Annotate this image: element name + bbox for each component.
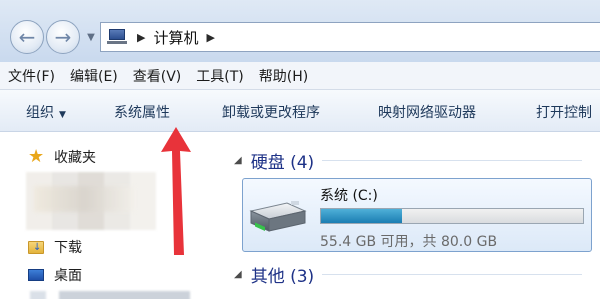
drive-name: 系统 (C:) xyxy=(320,188,378,204)
back-arrow-icon: ← xyxy=(18,25,36,49)
menu-tools[interactable]: 工具(T) xyxy=(196,66,243,86)
forward-button[interactable]: → xyxy=(46,20,80,54)
content-pane: ◢ 硬盘 (4) 系统 (C:) 55.4 GB 可用，共 80.0 GB ◢ … xyxy=(222,132,600,299)
computer-icon xyxy=(107,29,129,45)
menu-view[interactable]: 查看(V) xyxy=(133,66,182,86)
address-input[interactable]: ▶ 计算机 ▶ xyxy=(100,22,600,52)
nav-item-favorites[interactable]: ★ 收藏夹 xyxy=(28,147,96,167)
command-bar: 组织 ▼ 系统属性 卸载或更改程序 映射网络驱动器 打开控制 xyxy=(0,90,600,132)
nav-item-desktop[interactable]: 桌面 xyxy=(28,265,82,285)
organize-label: 组织 xyxy=(26,105,54,121)
nav-item-downloads[interactable]: ↓ 下载 xyxy=(28,237,82,257)
section-divider xyxy=(322,274,583,275)
collapse-triangle-icon[interactable]: ◢ xyxy=(234,269,242,280)
hard-drive-icon xyxy=(249,201,307,232)
blurred-region xyxy=(34,186,134,212)
chevron-down-icon: ▼ xyxy=(59,110,66,120)
map-network-drive-button[interactable]: 映射网络驱动器 xyxy=(378,102,476,122)
nav-item-partial[interactable] xyxy=(30,291,190,299)
nav-item-label: 桌面 xyxy=(54,268,82,284)
nav-item-label: 收藏夹 xyxy=(54,150,96,166)
section-hard-disks[interactable]: ◢ 硬盘 (4) xyxy=(234,148,583,173)
download-folder-icon: ↓ xyxy=(28,239,44,255)
drive-usage-fill xyxy=(321,209,403,223)
menu-bar: 文件(F) 编辑(E) 查看(V) 工具(T) 帮助(H) xyxy=(0,62,600,90)
organize-button[interactable]: 组织 ▼ xyxy=(26,102,66,122)
collapse-triangle-icon[interactable]: ◢ xyxy=(234,155,242,166)
breadcrumb-separator-icon[interactable]: ▶ xyxy=(206,31,214,44)
address-bar-region: ← → ▼ ▶ 计算机 ▶ xyxy=(0,0,600,62)
drive-usage-bar xyxy=(320,208,584,224)
back-button[interactable]: ← xyxy=(10,20,44,54)
drive-tile-c[interactable]: 系统 (C:) 55.4 GB 可用，共 80.0 GB xyxy=(242,178,592,252)
system-properties-button[interactable]: 系统属性 xyxy=(114,102,170,122)
menu-file[interactable]: 文件(F) xyxy=(8,66,55,86)
open-control-panel-button[interactable]: 打开控制 xyxy=(536,102,592,122)
section-title: 硬盘 (4) xyxy=(250,153,315,173)
recent-pages-dropdown[interactable]: ▼ xyxy=(84,30,98,44)
menu-help[interactable]: 帮助(H) xyxy=(259,66,308,86)
section-divider xyxy=(322,160,583,161)
uninstall-program-button[interactable]: 卸载或更改程序 xyxy=(222,102,320,122)
section-other[interactable]: ◢ 其他 (3) xyxy=(234,262,583,287)
chevron-down-icon: ▼ xyxy=(87,31,95,43)
desktop-icon xyxy=(28,267,44,283)
breadcrumb-computer[interactable]: 计算机 xyxy=(153,27,198,48)
breadcrumb-separator-icon[interactable]: ▶ xyxy=(137,31,145,44)
drive-capacity-text: 55.4 GB 可用，共 80.0 GB xyxy=(320,234,498,250)
nav-item-label: 下载 xyxy=(54,240,82,256)
forward-arrow-icon: → xyxy=(54,25,72,49)
menu-edit[interactable]: 编辑(E) xyxy=(70,66,118,86)
star-icon: ★ xyxy=(27,146,45,167)
section-title: 其他 (3) xyxy=(250,267,315,287)
